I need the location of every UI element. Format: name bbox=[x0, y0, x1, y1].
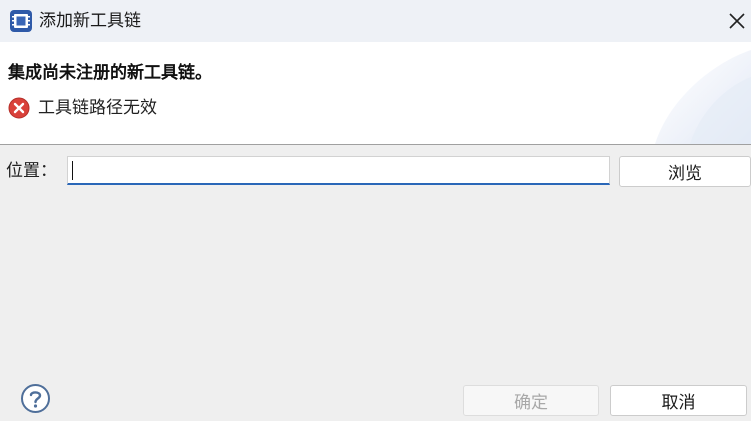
close-icon bbox=[729, 13, 745, 29]
header-separator bbox=[0, 144, 751, 145]
close-button[interactable] bbox=[724, 8, 750, 34]
dialog-header: 集成尚未注册的新工具链。 工具链路径无效 bbox=[0, 42, 751, 144]
window-title: 添加新工具链 bbox=[39, 11, 141, 31]
cpu-chip-icon bbox=[10, 10, 32, 32]
location-label: 位置： bbox=[6, 161, 57, 181]
ok-button[interactable]: 确定 bbox=[463, 385, 599, 416]
error-icon bbox=[8, 97, 30, 119]
text-caret bbox=[72, 161, 73, 180]
header-decoration bbox=[655, 50, 751, 144]
title-bar: 添加新工具链 bbox=[0, 0, 751, 42]
cancel-button[interactable]: 取消 bbox=[610, 385, 747, 416]
help-icon[interactable] bbox=[20, 383, 51, 414]
header-title: 集成尚未注册的新工具链。 bbox=[8, 63, 212, 83]
location-input[interactable] bbox=[67, 156, 610, 185]
browse-button[interactable]: 浏览 bbox=[619, 156, 751, 187]
error-message: 工具链路径无效 bbox=[38, 98, 157, 118]
